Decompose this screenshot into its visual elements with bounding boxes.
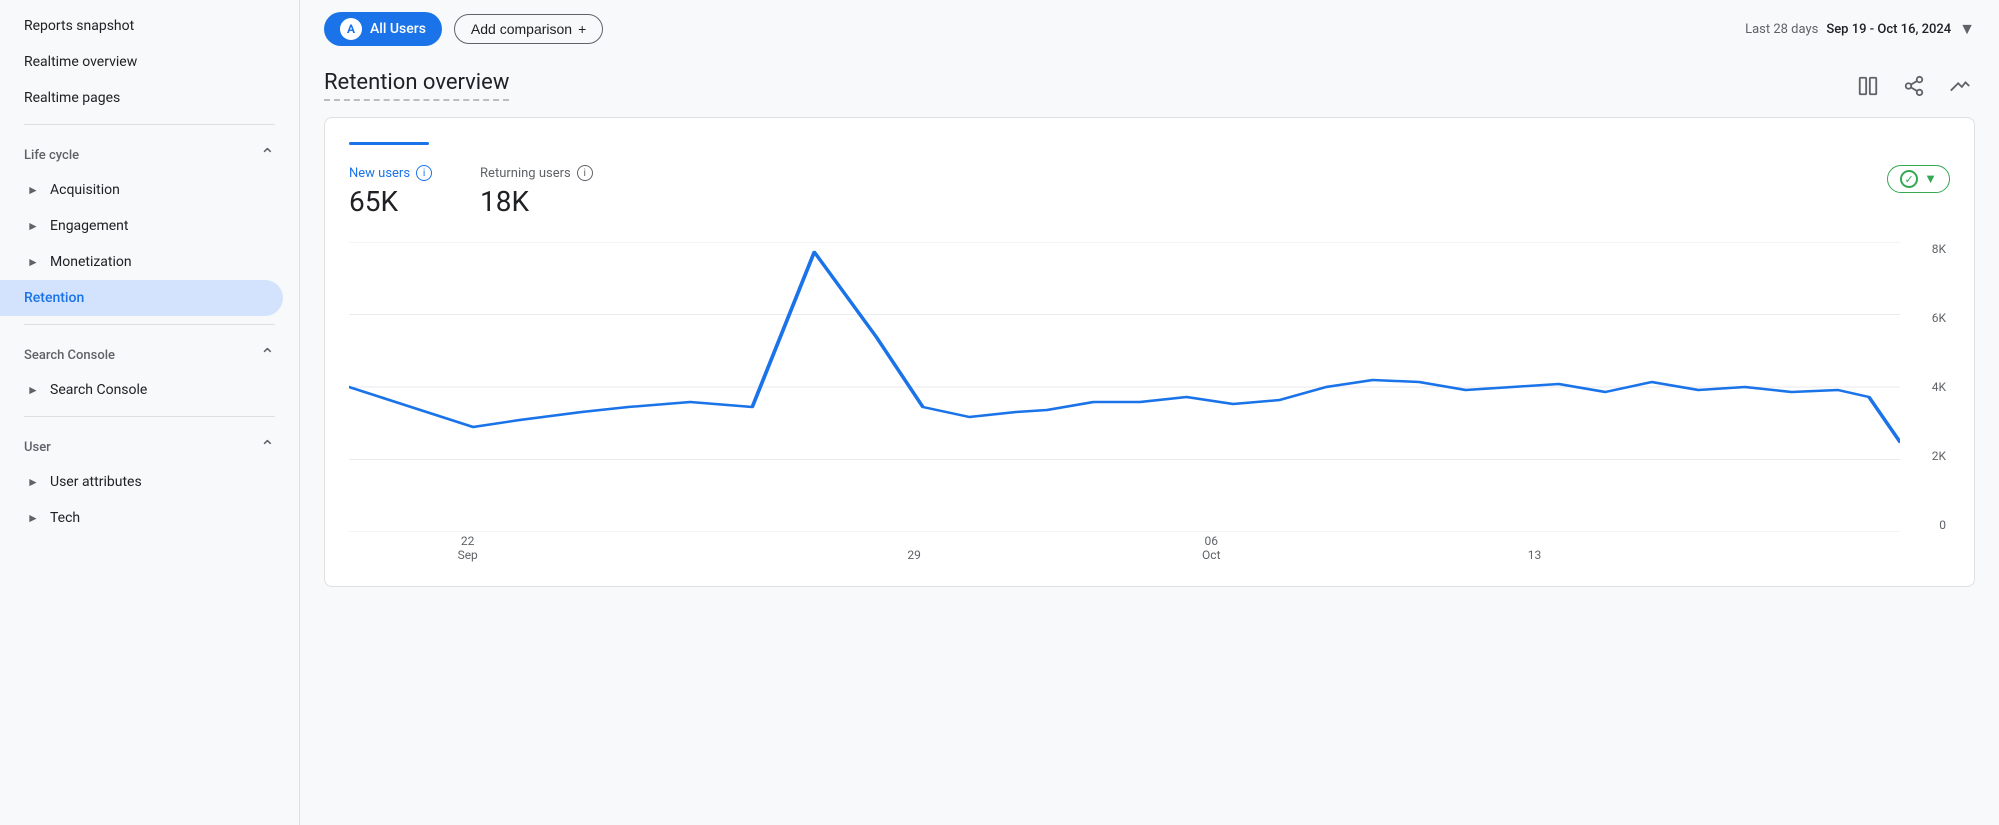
main-content: A All Users Add comparison + Last 28 day… [300,0,1999,825]
arrow-right-icon: ► [24,381,42,399]
chart-y-labels: 8K 6K 4K 2K 0 [1910,242,1950,532]
section-label: User [24,440,51,455]
date-range-value: Sep 19 - Oct 16, 2024 [1826,22,1951,37]
add-comparison-label: Add comparison [471,21,572,37]
chart-svg-container [349,242,1900,532]
sidebar-section-search-console[interactable]: Search Console ⌃ [0,333,299,372]
sidebar-item-label: Tech [50,510,80,526]
date-range-label: Last 28 days [1745,22,1818,37]
section-label: Life cycle [24,148,79,163]
returning-users-info-icon[interactable]: i [577,165,593,181]
new-users-info-icon[interactable]: i [416,165,432,181]
sidebar-item-label: Realtime pages [24,90,120,106]
arrow-right-icon: ► [24,509,42,527]
metrics-row: New users i 65K Returning users i 18K [349,165,1950,218]
chevron-up-icon: ⌃ [260,437,275,458]
arrow-right-icon: ► [24,181,42,199]
returning-users-label-row: Returning users i [480,165,593,181]
arrow-right-icon: ► [24,217,42,235]
section-label: Search Console [24,348,115,363]
sidebar: Reports snapshot Realtime overview Realt… [0,0,300,825]
top-bar-right: Last 28 days Sep 19 - Oct 16, 2024 ▼ [1745,19,1975,39]
page-content: Retention overview [300,58,1999,825]
new-users-metric: New users i 65K [349,165,432,218]
sidebar-item-tech[interactable]: ► Tech [0,500,283,536]
sidebar-section-lifecycle[interactable]: Life cycle ⌃ [0,133,299,172]
plus-icon: + [578,21,586,37]
sidebar-item-engagement[interactable]: ► Engagement [0,208,283,244]
y-label-0: 0 [1939,518,1946,532]
sidebar-item-realtime-overview[interactable]: Realtime overview [0,44,283,80]
add-comparison-button[interactable]: Add comparison + [454,14,603,44]
sidebar-item-realtime-pages[interactable]: Realtime pages [0,80,283,116]
sidebar-item-search-console[interactable]: ► Search Console [0,372,283,408]
sidebar-item-retention[interactable]: Retention [0,280,283,316]
check-circle-icon: ✓ [1900,170,1918,188]
top-bar: A All Users Add comparison + Last 28 day… [300,0,1999,58]
active-tab-indicator [349,142,429,145]
filter-chip[interactable]: ✓ ▼ [1887,165,1950,193]
page-title-actions [1853,71,1975,101]
x-label-29: 29 [907,548,921,562]
segment-label: All Users [370,21,426,37]
chevron-down-icon[interactable]: ▼ [1959,19,1975,39]
sidebar-item-label: Realtime overview [24,54,137,70]
sidebar-item-label: Monetization [50,254,132,270]
chart-line [349,252,1900,442]
sidebar-item-user-attributes[interactable]: ► User attributes [0,464,283,500]
sidebar-item-monetization[interactable]: ► Monetization [0,244,283,280]
top-bar-left: A All Users Add comparison + [324,12,603,46]
x-label-oct06: 06Oct [1202,534,1220,562]
sidebar-item-label: Reports snapshot [24,18,134,34]
y-label-4k: 4K [1932,380,1946,394]
segment-avatar: A [340,18,362,40]
x-label-13: 13 [1528,548,1542,562]
sidebar-item-label: Retention [24,290,84,306]
sidebar-divider-3 [24,416,275,417]
new-users-label-row: New users i [349,165,432,181]
returning-users-label: Returning users [480,166,571,181]
sidebar-divider-2 [24,324,275,325]
sidebar-section-user[interactable]: User ⌃ [0,425,299,464]
y-label-8k: 8K [1932,242,1946,256]
compare-columns-icon [1857,75,1879,97]
arrow-right-icon: ► [24,473,42,491]
returning-users-value: 18K [480,185,593,218]
sidebar-item-acquisition[interactable]: ► Acquisition [0,172,283,208]
chart-card: New users i 65K Returning users i 18K [324,117,1975,587]
y-label-2k: 2K [1932,449,1946,463]
chevron-up-icon: ⌃ [260,345,275,366]
arrow-right-icon: ► [24,253,42,271]
sidebar-item-label: User attributes [50,474,142,490]
metrics-left: New users i 65K Returning users i 18K [349,165,593,218]
chevron-down-icon: ▼ [1924,171,1937,187]
trend-button[interactable] [1945,71,1975,101]
page-title: Retention overview [324,70,509,101]
sidebar-item-reports-snapshot[interactable]: Reports snapshot [0,8,283,44]
page-title-area: Retention overview [324,58,1975,117]
chart-x-labels: 22Sep 29 06Oct 13 [349,532,1900,562]
sidebar-divider-1 [24,124,275,125]
trend-icon [1949,75,1971,97]
sidebar-item-label: Engagement [50,218,128,234]
new-users-value: 65K [349,185,432,218]
chevron-up-icon: ⌃ [260,145,275,166]
chart-svg [349,242,1900,532]
y-label-6k: 6K [1932,311,1946,325]
sidebar-item-label: Search Console [50,382,147,398]
all-users-segment-chip[interactable]: A All Users [324,12,442,46]
x-label-sep22: 22Sep [458,534,478,562]
new-users-label: New users [349,166,410,181]
sidebar-item-label: Acquisition [50,182,120,198]
share-button[interactable] [1899,71,1929,101]
returning-users-metric: Returning users i 18K [480,165,593,218]
chart-area: 8K 6K 4K 2K 0 [349,242,1950,562]
compare-columns-button[interactable] [1853,71,1883,101]
share-icon [1903,75,1925,97]
